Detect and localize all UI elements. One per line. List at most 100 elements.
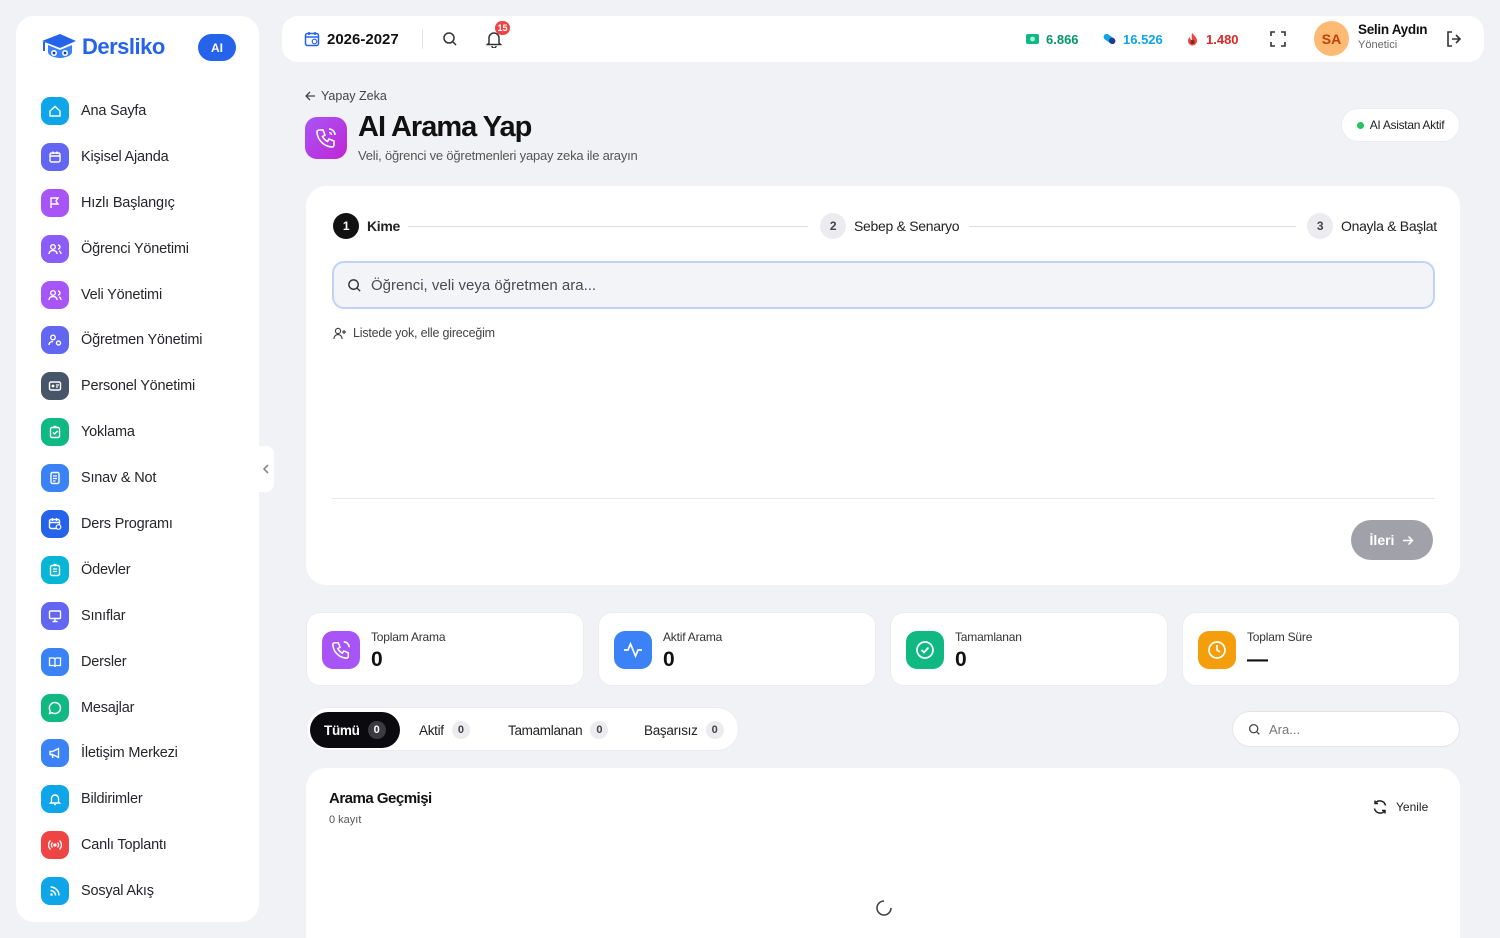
megaphone-icon xyxy=(41,739,69,768)
flag-icon xyxy=(41,188,69,217)
user-cog-icon xyxy=(41,326,69,355)
sidebar-item-label: Öğretmen Yönetimi xyxy=(81,332,203,349)
sidebar-item-iletisim-merkezi[interactable]: İletişim Merkezi xyxy=(16,730,259,776)
presentation-icon xyxy=(41,601,69,630)
rss-icon xyxy=(41,877,69,906)
fullscreen-icon xyxy=(1270,31,1286,47)
clipboard-list-icon xyxy=(41,555,69,584)
home-icon xyxy=(41,96,69,125)
status-dot-icon xyxy=(1356,121,1364,129)
tab-failed[interactable]: Başarısız 0 xyxy=(630,712,738,748)
stat-label: Toplam Arama xyxy=(371,630,446,644)
sidebar: Dersliko AI Ana Sayfa Kişisel Ajanda Hızlı… xyxy=(16,16,259,922)
stat-card-total-duration: Toplam Süre — xyxy=(1182,612,1460,686)
phone-call-icon xyxy=(316,128,336,148)
step-connector xyxy=(969,226,1296,227)
search-button[interactable] xyxy=(442,16,458,62)
sidebar-item-hizli-baslangic[interactable]: Hızlı Başlangıç xyxy=(16,180,259,226)
stat-credits[interactable]: 6.866 xyxy=(1025,16,1079,62)
tab-label: Tamamlanan xyxy=(508,722,583,738)
step-number: 1 xyxy=(333,213,359,239)
sidebar-item-sinav-not[interactable]: Sınav & Not xyxy=(16,455,259,501)
tab-completed[interactable]: Tamamlanan 0 xyxy=(494,712,622,748)
stat-streak-value: 1.480 xyxy=(1206,31,1239,47)
refresh-icon xyxy=(1373,800,1387,814)
fullscreen-button[interactable] xyxy=(1269,16,1287,62)
sidebar-item-label: Kişisel Ajanda xyxy=(81,148,169,165)
avatar[interactable]: SA xyxy=(1314,21,1349,56)
user-plus-icon xyxy=(333,327,346,339)
step-label: Sebep & Senaryo xyxy=(854,218,960,234)
sidebar-item-canli-toplanti[interactable]: Canlı Toplantı xyxy=(16,822,259,868)
breadcrumb[interactable]: Yapay Zeka xyxy=(305,89,387,103)
calendar-clock-icon xyxy=(41,509,69,538)
tab-count: 0 xyxy=(705,721,724,739)
step-label: Onayla & Başlat xyxy=(1341,218,1437,234)
document-icon xyxy=(41,464,69,493)
pill-icon xyxy=(1103,33,1116,45)
sidebar-item-siniflar[interactable]: Sınıflar xyxy=(16,593,259,639)
ai-status-pill: AI Asistan Aktif xyxy=(1341,108,1460,142)
academic-year-selector[interactable]: 2026-2027 xyxy=(304,16,399,62)
history-search[interactable] xyxy=(1232,711,1460,747)
id-card-icon xyxy=(41,372,69,401)
step-2[interactable]: 2 Sebep & Senaryo xyxy=(820,212,960,240)
call-history-card: Arama Geçmişi 0 kayıt Yenile xyxy=(306,768,1460,938)
arrow-right-icon xyxy=(1403,535,1415,545)
check-circle-icon xyxy=(906,631,944,669)
call-wizard-card: 1 Kime 2 Sebep & Senaryo 3 Onayla & Başl… xyxy=(306,186,1460,585)
broadcast-icon xyxy=(41,831,69,860)
sidebar-item-kisisel-ajanda[interactable]: Kişisel Ajanda xyxy=(16,134,259,180)
sidebar-collapse-button[interactable] xyxy=(258,446,274,492)
phone-call-icon xyxy=(322,631,360,669)
sidebar-item-mesajlar[interactable]: Mesajlar xyxy=(16,685,259,731)
notification-count-badge: 15 xyxy=(495,21,510,35)
step-1[interactable]: 1 Kime xyxy=(333,212,400,240)
refresh-button[interactable]: Yenile xyxy=(1372,799,1428,815)
logout-button[interactable] xyxy=(1445,16,1463,62)
sidebar-item-dersler[interactable]: Dersler xyxy=(16,639,259,685)
divider xyxy=(332,498,1435,499)
clipboard-check-icon xyxy=(41,418,69,447)
sidebar-item-sosyal-akis[interactable]: Sosyal Akış xyxy=(16,868,259,914)
sidebar-item-ders-programi[interactable]: Ders Programı xyxy=(16,501,259,547)
stat-value: 0 xyxy=(371,648,383,671)
sidebar-item-bildirimler[interactable]: Bildirimler xyxy=(16,776,259,822)
history-search-input[interactable] xyxy=(1269,721,1439,737)
stat-streak[interactable]: 1.480 xyxy=(1185,16,1239,62)
user-role: Yönetici xyxy=(1358,39,1398,51)
recipient-search-input[interactable] xyxy=(371,276,1271,294)
sidebar-item-personel-yonetimi[interactable]: Personel Yönetimi xyxy=(16,363,259,409)
ai-badge[interactable]: AI xyxy=(198,34,236,61)
chevron-left-icon xyxy=(262,464,269,474)
step-number: 3 xyxy=(1307,213,1333,239)
tab-all[interactable]: Tümü 0 xyxy=(310,712,400,748)
stat-label: Aktif Arama xyxy=(663,630,723,644)
sidebar-item-ana-sayfa[interactable]: Ana Sayfa xyxy=(16,88,259,134)
tab-label: Aktif xyxy=(419,722,444,738)
step-3[interactable]: 3 Onayla & Başlat xyxy=(1307,212,1437,240)
sidebar-item-ogretmen-yonetimi[interactable]: Öğretmen Yönetimi xyxy=(16,317,259,363)
clock-icon xyxy=(1198,631,1236,669)
stat-card-total-calls: Toplam Arama 0 xyxy=(306,612,584,686)
stat-credits-value: 6.866 xyxy=(1046,31,1079,47)
cash-icon xyxy=(1026,34,1039,44)
calendar-icon xyxy=(41,142,69,171)
loading-spinner-icon xyxy=(875,899,893,917)
graduation-cap-icon xyxy=(38,31,78,63)
recipient-search[interactable] xyxy=(332,261,1435,309)
sidebar-item-label: Ders Programı xyxy=(81,515,173,532)
sidebar-item-ogrenci-yonetimi[interactable]: Öğrenci Yönetimi xyxy=(16,226,259,272)
stat-tokens[interactable]: 16.526 xyxy=(1102,16,1163,62)
brand-logo[interactable]: Dersliko xyxy=(38,31,165,63)
next-button[interactable]: İleri xyxy=(1351,520,1433,560)
sidebar-item-odevler[interactable]: Ödevler xyxy=(16,547,259,593)
tab-count: 0 xyxy=(590,721,609,739)
manual-entry-link[interactable]: Listede yok, elle gireceğim xyxy=(333,326,495,340)
sidebar-item-yoklama[interactable]: Yoklama xyxy=(16,409,259,455)
user-info[interactable]: Selin Aydın Yönetici xyxy=(1358,22,1428,51)
stat-value: — xyxy=(1247,648,1268,671)
sidebar-item-veli-yonetimi[interactable]: Veli Yönetimi xyxy=(16,272,259,318)
tab-active[interactable]: Aktif 0 xyxy=(405,712,484,748)
sidebar-item-label: Sınıflar xyxy=(81,607,126,624)
